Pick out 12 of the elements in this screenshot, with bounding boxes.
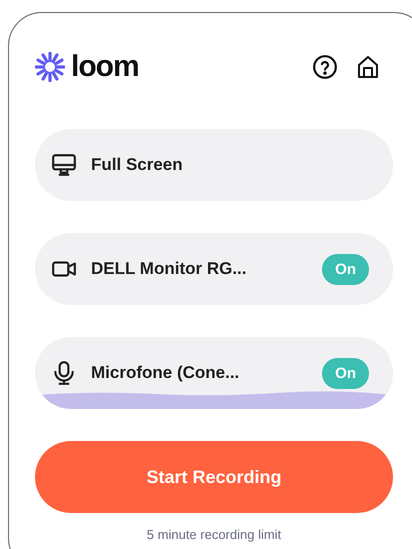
home-icon[interactable] [356,54,380,80]
source-option[interactable]: DELL Monitor RG... On [35,233,393,305]
monitor-icon [51,152,77,178]
source-option[interactable]: Full Screen [35,129,393,201]
help-icon[interactable] [312,54,338,80]
source-option[interactable]: Microfone (Cone... On [35,337,393,409]
brand-name: loom [71,50,139,84]
source-label: Microfone (Cone... [91,363,240,383]
recording-limit-note: 5 minute recording limit [146,527,282,542]
source-label: DELL Monitor RG... [91,259,248,279]
logo-icon [35,52,65,82]
source-label: Full Screen [91,155,184,175]
